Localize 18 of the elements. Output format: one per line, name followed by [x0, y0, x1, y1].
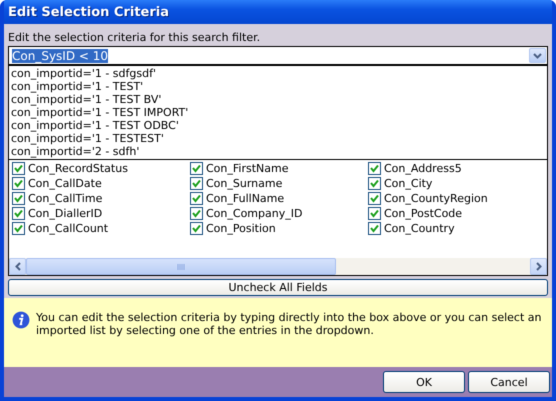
- field-label: Con_FullName: [206, 192, 284, 205]
- field-label: Con_CallTime: [28, 192, 102, 205]
- field-label: Con_Address5: [384, 162, 462, 175]
- field-label: Con_City: [384, 177, 432, 190]
- field-label: Con_PostCode: [384, 207, 462, 220]
- info-text: You can edit the selection criteria by typing directly into the box above or you can select an imported list by selecting one of the entries in the dropdown.: [36, 310, 542, 339]
- field-label: Con_Position: [206, 222, 276, 235]
- field-label: Con_Country: [384, 222, 455, 235]
- field-label: Con_Company_ID: [206, 207, 302, 220]
- field-label: Con_CallDate: [28, 177, 102, 190]
- instruction-text: Edit the selection criteria for this search filter.: [8, 31, 262, 45]
- field-label: Con_CountyRegion: [384, 192, 488, 205]
- field-label: Con_CallCount: [28, 222, 108, 235]
- window-title: Edit Selection Criteria: [8, 4, 170, 20]
- field-label: Con_DiallerID: [28, 207, 102, 220]
- field-label: Con_FirstName: [206, 162, 288, 175]
- field-label: Con_RecordStatus: [28, 162, 128, 175]
- field-label: Con_Surname: [206, 177, 282, 190]
